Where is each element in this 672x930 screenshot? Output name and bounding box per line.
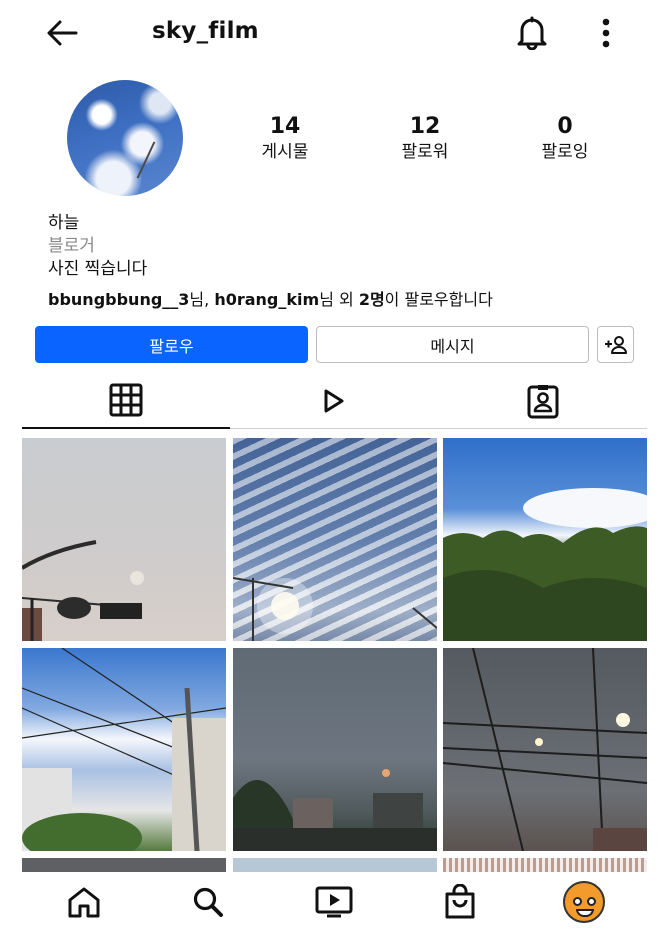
shopping-bag-icon	[445, 884, 475, 919]
stat-following[interactable]: 0 팔로잉	[505, 114, 625, 164]
play-icon	[324, 389, 344, 413]
tagged-person-icon	[527, 385, 559, 419]
more-options-button[interactable]	[588, 12, 624, 54]
streetlamp-moon-photo	[22, 540, 144, 641]
power-lines-buildings-photo	[22, 648, 226, 851]
back-button[interactable]	[40, 14, 84, 52]
grid-photo-9[interactable]	[443, 858, 647, 872]
stat-posts[interactable]: 14 게시물	[225, 114, 345, 164]
followed-by-count: 2명	[358, 290, 385, 309]
nav-shop[interactable]	[436, 878, 484, 926]
follow-button[interactable]: 팔로우	[35, 326, 308, 363]
grid-photo-5[interactable]	[233, 648, 437, 851]
trees-sky-photo	[443, 488, 647, 641]
bell-icon	[517, 16, 547, 50]
top-bar: sky_film	[0, 0, 672, 66]
arrow-left-icon	[47, 20, 78, 46]
stat-posts-count: 14	[269, 114, 301, 139]
more-vertical-icon	[602, 18, 610, 48]
nav-profile[interactable]	[560, 878, 608, 926]
stat-followers-count: 12	[409, 114, 441, 139]
grid-photo-2[interactable]	[233, 438, 437, 641]
grid-photo-3[interactable]	[443, 438, 647, 641]
avatar-photo-detail	[136, 141, 156, 179]
profile-display-name: 하늘	[48, 213, 80, 233]
grid-icon	[109, 383, 143, 417]
add-person-icon	[604, 335, 627, 354]
avatar-eye-right	[587, 897, 596, 906]
grid-photo-8[interactable]	[233, 858, 437, 872]
cloudy-sky-sun-photo	[233, 577, 437, 641]
profile-avatar[interactable]	[67, 80, 183, 196]
stat-followers[interactable]: 12 팔로워	[365, 114, 485, 164]
my-profile-avatar	[563, 881, 605, 923]
grid-photo-4[interactable]	[22, 648, 226, 851]
followed-by-suffix: 이 팔로우합니다	[384, 290, 493, 309]
profile-category: 블로거	[48, 236, 95, 256]
followed-by-user-2[interactable]: h0rang_kim	[214, 290, 319, 309]
tab-reels[interactable]	[230, 373, 438, 429]
nav-home[interactable]	[60, 878, 108, 926]
content-tabs	[22, 373, 647, 429]
grid-photo-6[interactable]	[443, 648, 647, 851]
grid-photo-1[interactable]	[22, 438, 226, 641]
avatar-mouth	[576, 909, 594, 917]
message-button[interactable]: 메시지	[316, 326, 589, 363]
tab-posts-grid[interactable]	[22, 373, 230, 429]
tv-play-icon	[315, 886, 353, 918]
stat-following-label: 팔로잉	[541, 142, 589, 162]
grid-photo-7[interactable]	[22, 858, 226, 872]
followed-by-mid: 님 외	[319, 290, 359, 309]
stat-following-count: 0	[557, 114, 573, 139]
avatar-eye-left	[573, 897, 582, 906]
followed-by-text[interactable]: bbungbbung__3님, h0rang_kim님 외 2명이 팔로우합니다	[48, 289, 493, 311]
nav-search[interactable]	[184, 878, 232, 926]
dusk-city-moon-photo	[233, 769, 437, 851]
profile-username: sky_film	[152, 18, 259, 44]
followed-by-sep: 님,	[189, 290, 215, 309]
suggested-users-button[interactable]	[597, 326, 634, 363]
followed-by-user-1[interactable]: bbungbbung__3	[48, 290, 189, 309]
home-icon	[68, 887, 100, 918]
notification-button[interactable]	[510, 12, 554, 54]
stat-posts-label: 게시물	[261, 142, 309, 162]
profile-bio: 하늘 블로거 사진 찍습니다	[48, 212, 147, 281]
profile-bio-text: 사진 찍습니다	[48, 259, 148, 279]
search-icon	[193, 887, 223, 917]
nav-reels[interactable]	[310, 878, 358, 926]
wires-lamps-photo	[443, 648, 647, 851]
bottom-navigation	[0, 872, 672, 930]
tab-tagged[interactable]	[439, 373, 647, 429]
stat-followers-label: 팔로워	[401, 142, 449, 162]
